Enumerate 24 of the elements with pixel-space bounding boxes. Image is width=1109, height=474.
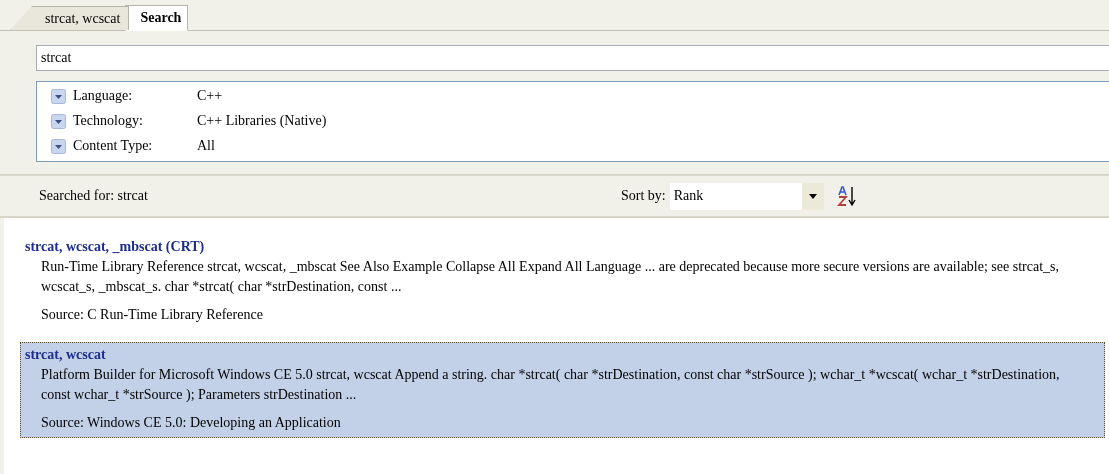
result-snippet: Run-Time Library Reference strcat, wcscat, _mbscat See Also Example Collapse All Expand All Language ... are deprecated because more secure versions are available; see strcat_s, wcscat_s, _mbscat_s. char *strcat( char *strDestination, const ... bbox=[41, 258, 1060, 296]
filter-label: Content Type: bbox=[73, 138, 154, 154]
result-source: Source: Windows CE 5.0: Developing an Application bbox=[41, 415, 342, 431]
dropdown-icon[interactable] bbox=[51, 88, 66, 104]
sort-dropdown[interactable]: Rank bbox=[669, 182, 824, 210]
result-snippet: Platform Builder for Microsoft Windows CE 5.0 strcat, wcscat Append a string. char *strcat( char *strDestination, const char *strSource ); wchar_t *wcscat( wchar_t *strDestination, const wchar_t *strSource ); Parameters strDestination ... bbox=[41, 366, 1061, 404]
search-result[interactable] bbox=[20, 342, 1105, 438]
filter-value: C++ Libraries (Native) bbox=[197, 113, 327, 129]
tab[interactable]: strcat, wcscat bbox=[10, 6, 130, 30]
result-title-link[interactable]: strcat, wcscat bbox=[25, 347, 1084, 363]
result-source: Source: C Run-Time Library Reference bbox=[41, 307, 264, 323]
sort-label: Sort by: bbox=[621, 188, 666, 204]
filter-value: C++ bbox=[197, 88, 223, 104]
filter-label: Language: bbox=[73, 88, 134, 104]
result-title-link[interactable]: strcat, wcscat, _mbscat (CRT) bbox=[25, 239, 1084, 255]
filter-value: All bbox=[197, 138, 215, 154]
search-field[interactable]: strcat bbox=[36, 45, 1109, 71]
searched-for-text: Searched for: strcat bbox=[39, 188, 149, 204]
filter-label: Technology: bbox=[73, 113, 144, 129]
caret-icon bbox=[808, 193, 817, 199]
dropdown-icon[interactable] bbox=[51, 113, 66, 129]
dropdown-icon[interactable] bbox=[51, 138, 66, 154]
tab[interactable]: Search bbox=[125, 5, 189, 31]
sort-ascending-icon[interactable] bbox=[835, 185, 858, 207]
